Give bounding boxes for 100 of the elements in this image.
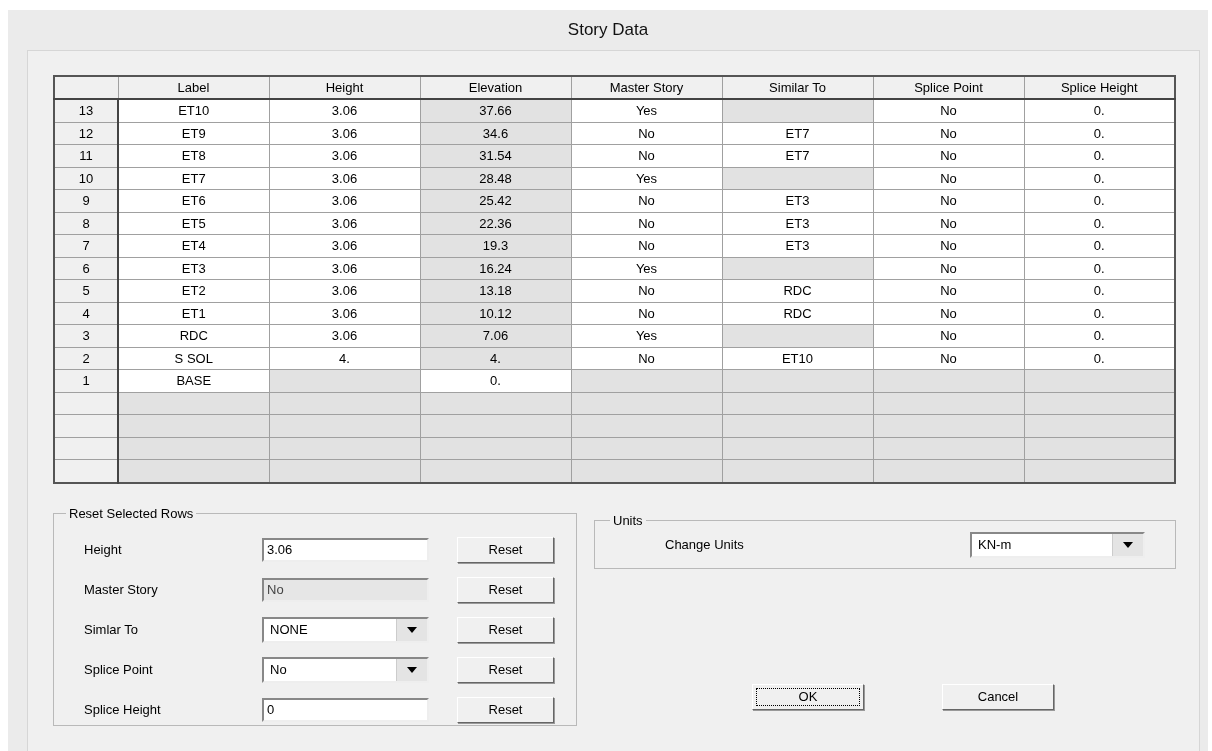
table-cell[interactable]: 19.3 xyxy=(420,234,571,257)
table-cell[interactable]: ET6 xyxy=(118,189,269,212)
input-field[interactable]: 0 xyxy=(262,697,429,722)
table-cell[interactable]: No xyxy=(873,122,1024,145)
table-cell[interactable]: 0. xyxy=(1024,324,1175,347)
table-cell[interactable]: BASE xyxy=(118,369,269,392)
table-cell[interactable] xyxy=(420,414,571,437)
table-cell[interactable]: 34.6 xyxy=(420,122,571,145)
table-cell[interactable]: No xyxy=(873,189,1024,212)
table-cell[interactable]: 3.06 xyxy=(269,234,420,257)
table-cell[interactable]: RDC xyxy=(118,324,269,347)
table-cell[interactable]: 3.06 xyxy=(269,279,420,302)
table-cell[interactable] xyxy=(269,459,420,483)
table-cell[interactable] xyxy=(118,437,269,460)
table-cell[interactable] xyxy=(571,392,722,415)
table-cell[interactable]: No xyxy=(873,324,1024,347)
dropdown[interactable]: No xyxy=(262,656,429,683)
table-cell[interactable]: 0. xyxy=(1024,257,1175,280)
table-cell[interactable]: 25.42 xyxy=(420,189,571,212)
table-cell[interactable]: 3.06 xyxy=(269,324,420,347)
table-cell[interactable] xyxy=(873,369,1024,392)
table-cell[interactable]: No xyxy=(571,122,722,145)
table-cell[interactable]: RDC xyxy=(722,279,873,302)
table-cell[interactable]: No xyxy=(873,279,1024,302)
row-header[interactable] xyxy=(54,414,118,437)
table-cell[interactable]: 3.06 xyxy=(269,122,420,145)
table-cell[interactable]: No xyxy=(873,212,1024,235)
table-cell[interactable]: ET9 xyxy=(118,122,269,145)
reset-button[interactable]: Reset xyxy=(457,696,554,723)
row-header[interactable] xyxy=(54,459,118,483)
table-cell[interactable]: No xyxy=(873,234,1024,257)
table-cell[interactable]: ET3 xyxy=(118,257,269,280)
table-cell[interactable]: S SOL xyxy=(118,347,269,370)
table-cell[interactable] xyxy=(873,437,1024,460)
table-cell[interactable] xyxy=(722,167,873,190)
table-cell[interactable]: 37.66 xyxy=(420,99,571,122)
table-cell[interactable]: 7.06 xyxy=(420,324,571,347)
table-cell[interactable] xyxy=(873,414,1024,437)
table-cell[interactable]: No xyxy=(571,234,722,257)
table-cell[interactable]: 0. xyxy=(1024,189,1175,212)
table-cell[interactable]: 4. xyxy=(420,347,571,370)
row-header[interactable] xyxy=(54,437,118,460)
table-cell[interactable]: 3.06 xyxy=(269,189,420,212)
table-cell[interactable] xyxy=(1024,437,1175,460)
table-cell[interactable]: 28.48 xyxy=(420,167,571,190)
table-cell[interactable]: 3.06 xyxy=(269,144,420,167)
dialog-button[interactable]: OK xyxy=(752,683,864,710)
table-cell[interactable]: 3.06 xyxy=(269,99,420,122)
table-cell[interactable] xyxy=(571,437,722,460)
table-cell[interactable]: 10.12 xyxy=(420,302,571,325)
column-header[interactable]: Height xyxy=(269,76,420,99)
table-cell[interactable] xyxy=(571,414,722,437)
row-header[interactable]: 1 xyxy=(54,369,118,392)
table-cell[interactable] xyxy=(1024,369,1175,392)
table-cell[interactable]: No xyxy=(873,144,1024,167)
column-header[interactable]: Elevation xyxy=(420,76,571,99)
table-cell[interactable] xyxy=(420,392,571,415)
table-cell[interactable]: No xyxy=(571,189,722,212)
table-cell[interactable]: ET7 xyxy=(722,144,873,167)
row-header[interactable]: 11 xyxy=(54,144,118,167)
dropdown[interactable]: NONE xyxy=(262,616,429,643)
table-cell[interactable] xyxy=(420,459,571,483)
table-cell[interactable]: 0. xyxy=(1024,99,1175,122)
table-cell[interactable] xyxy=(722,459,873,483)
table-cell[interactable]: 0. xyxy=(420,369,571,392)
table-cell[interactable]: No xyxy=(873,302,1024,325)
table-cell[interactable]: 4. xyxy=(269,347,420,370)
table-cell[interactable]: No xyxy=(571,279,722,302)
table-cell[interactable] xyxy=(571,459,722,483)
row-header[interactable] xyxy=(54,392,118,415)
table-cell[interactable] xyxy=(118,459,269,483)
table-cell[interactable] xyxy=(1024,392,1175,415)
row-header[interactable]: 3 xyxy=(54,324,118,347)
table-cell[interactable] xyxy=(722,257,873,280)
table-cell[interactable]: ET8 xyxy=(118,144,269,167)
table-cell[interactable]: 3.06 xyxy=(269,167,420,190)
column-header[interactable]: Label xyxy=(118,76,269,99)
dropdown[interactable]: KN-m xyxy=(970,531,1145,558)
table-cell[interactable] xyxy=(269,414,420,437)
table-cell[interactable]: ET5 xyxy=(118,212,269,235)
table-cell[interactable] xyxy=(1024,459,1175,483)
table-cell[interactable]: No xyxy=(873,257,1024,280)
table-cell[interactable]: 0. xyxy=(1024,144,1175,167)
table-cell[interactable] xyxy=(722,324,873,347)
table-cell[interactable]: 0. xyxy=(1024,279,1175,302)
table-cell[interactable] xyxy=(873,459,1024,483)
table-cell[interactable]: RDC xyxy=(722,302,873,325)
table-cell[interactable]: ET10 xyxy=(722,347,873,370)
column-header[interactable]: Splice Height xyxy=(1024,76,1175,99)
table-cell[interactable] xyxy=(722,437,873,460)
table-cell[interactable]: 31.54 xyxy=(420,144,571,167)
table-cell[interactable] xyxy=(722,369,873,392)
table-cell[interactable]: ET1 xyxy=(118,302,269,325)
table-cell[interactable]: 3.06 xyxy=(269,302,420,325)
table-cell[interactable]: ET4 xyxy=(118,234,269,257)
table-cell[interactable]: No xyxy=(873,347,1024,370)
reset-button[interactable]: Reset xyxy=(457,616,554,643)
table-cell[interactable]: No xyxy=(571,212,722,235)
row-header[interactable]: 6 xyxy=(54,257,118,280)
input-field[interactable]: 3.06 xyxy=(262,537,429,562)
